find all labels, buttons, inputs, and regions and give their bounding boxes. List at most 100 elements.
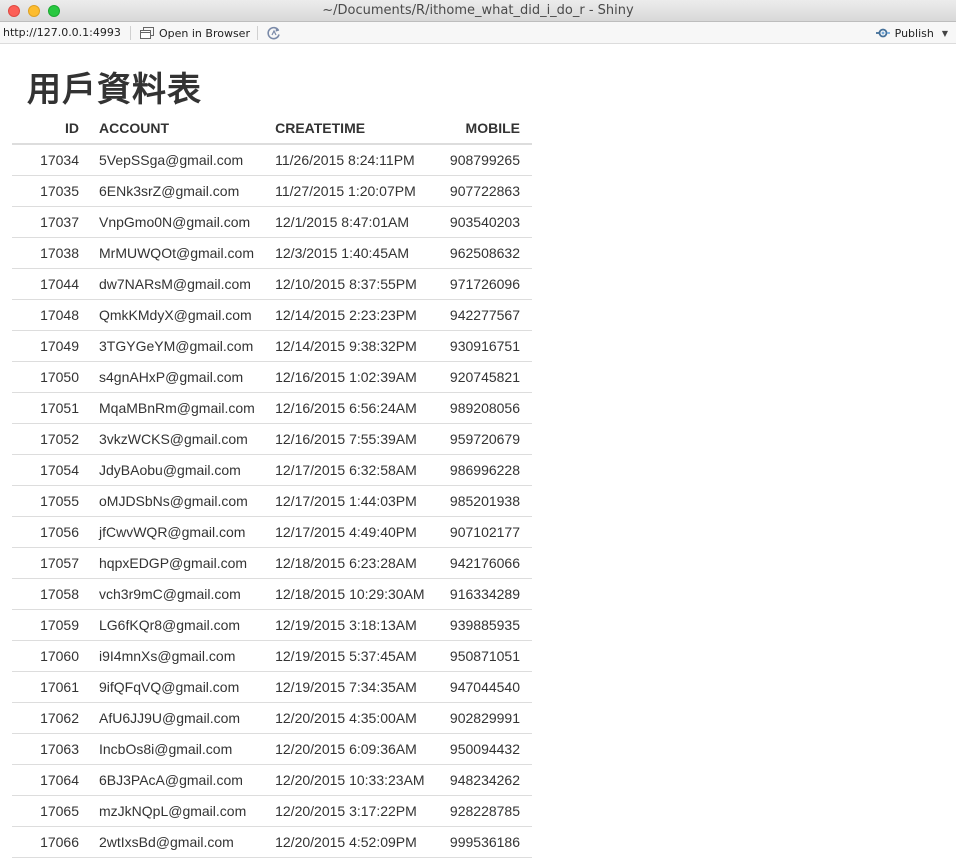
cell-id: 17058 [12,577,79,609]
refresh-icon [267,26,280,40]
publish-label: Publish [894,26,934,40]
table-row: 17055 oMJDSbNs@gmail.com 12/17/2015 1:44:0… [12,484,532,516]
cell-account: IncbOs8i@gmail.com [79,732,268,764]
chevron-down-icon[interactable]: ▼ [942,29,948,38]
cell-createtime: 12/16/2015 7:55:39AM [267,422,436,454]
cell-mobile: 950871051 [435,639,532,671]
cell-createtime: 12/1/2015 8:47:01AM [267,205,436,237]
cell-account: 5VepSSga@gmail.com [79,143,268,175]
cell-createtime: 12/18/2015 6:23:28AM [267,546,436,578]
cell-mobile: 903540203 [435,205,532,237]
cell-mobile: 902829991 [435,701,532,733]
cell-mobile: 908799265 [435,143,532,175]
cell-createtime: 12/17/2015 1:44:03PM [267,484,436,516]
cell-mobile: 959720679 [435,422,532,454]
cell-id: 17051 [12,391,79,423]
cell-createtime: 12/3/2015 1:40:45AM [267,236,436,268]
table-row: 17056 jfCwvWQR@gmail.com 12/17/2015 4:49:4… [12,515,532,547]
table-row: 17062 AfU6JJ9U@gmail.com 12/20/2015 4:35:0… [12,701,532,733]
window-titlebar: ~/Documents/R/ithome_what_did_i_do_r - S… [0,0,956,22]
cell-createtime: 12/20/2015 4:35:00AM [267,701,436,733]
cell-createtime: 11/27/2015 1:20:07PM [267,174,436,206]
cell-createtime: 12/16/2015 6:56:24AM [267,391,436,423]
cell-createtime: 12/14/2015 2:23:23PM [267,298,436,330]
url-field[interactable]: http://127.0.0.1:4993 [3,26,121,39]
cell-createtime: 12/20/2015 10:33:23AM [267,763,436,795]
cell-createtime: 12/18/2015 10:29:30AM [267,577,436,609]
cell-mobile: 989208056 [435,391,532,423]
cell-account: JdyBAobu@gmail.com [79,453,268,485]
column-header-account: ACCOUNT [79,113,268,145]
open-in-browser-button[interactable]: Open in Browser [140,24,250,42]
cell-id: 17038 [12,236,79,268]
cell-id: 17057 [12,546,79,578]
cell-id: 17048 [12,298,79,330]
cell-createtime: 12/17/2015 4:49:40PM [267,515,436,547]
table-row: 17060 i9I4mnXs@gmail.com 12/19/2015 5:37:4… [12,639,532,671]
table-row: 17049 3TGYGeYM@gmail.com 12/14/2015 9:38:3… [12,329,532,361]
cell-id: 17061 [12,670,79,702]
cell-createtime: 12/19/2015 3:18:13AM [267,608,436,640]
cell-account: jfCwvWQR@gmail.com [79,515,268,547]
cell-mobile: 928228785 [435,794,532,826]
cell-id: 17044 [12,267,79,299]
table-row: 17057 hqpxEDGP@gmail.com 12/18/2015 6:23:2… [12,546,532,578]
cell-id: 17066 [12,825,79,858]
cell-mobile: 947044540 [435,670,532,702]
cell-mobile: 930916751 [435,329,532,361]
cell-mobile: 916334289 [435,577,532,609]
cell-id: 17062 [12,701,79,733]
publish-button[interactable]: Publish ▼ [875,24,948,42]
table-row: 17051 MqaMBnRm@gmail.com 12/16/2015 6:56:2… [12,391,532,423]
cell-id: 17049 [12,329,79,361]
cell-createtime: 12/17/2015 6:32:58AM [267,453,436,485]
page-title: 用戶資料表 [27,70,202,110]
cell-createtime: 12/14/2015 9:38:32PM [267,329,436,361]
cell-account: 6ENk3srZ@gmail.com [79,174,268,206]
cell-mobile: 948234262 [435,763,532,795]
table-row: 17064 6BJ3PAcA@gmail.com 12/20/2015 10:33:… [12,763,532,795]
cell-mobile: 907102177 [435,515,532,547]
table-row: 17058 vch3r9mC@gmail.com 12/18/2015 10:29:… [12,577,532,609]
cell-mobile: 986996228 [435,453,532,485]
table-row: 17050 s4gnAHxP@gmail.com 12/16/2015 1:02:3… [12,360,532,392]
cell-createtime: 12/16/2015 1:02:39AM [267,360,436,392]
refresh-button[interactable] [266,25,282,44]
table-row: 17037 VnpGmo0N@gmail.com 12/1/2015 8:47:01… [12,205,532,237]
user-data-table: ID ACCOUNT CREATETIME MOBILE 17034 5VepSS… [12,113,532,858]
cell-account: 6BJ3PAcA@gmail.com [79,763,268,795]
cell-id: 17065 [12,794,79,826]
cell-id: 17052 [12,422,79,454]
cell-mobile: 999536186 [435,825,532,858]
cell-mobile: 962508632 [435,236,532,268]
table-row: 17034 5VepSSga@gmail.com 11/26/2015 8:24:1… [12,143,532,175]
cell-createtime: 12/19/2015 5:37:45AM [267,639,436,671]
cell-id: 17050 [12,360,79,392]
table-row: 17061 9ifQFqVQ@gmail.com 12/19/2015 7:34:3… [12,670,532,702]
cell-account: AfU6JJ9U@gmail.com [79,701,268,733]
column-header-mobile: MOBILE [435,113,532,145]
cell-id: 17037 [12,205,79,237]
cell-account: LG6fKQr8@gmail.com [79,608,268,640]
table-row: 17035 6ENk3srZ@gmail.com 11/27/2015 1:20:0… [12,174,532,206]
cell-createtime: 11/26/2015 8:24:11PM [267,143,436,175]
cell-mobile: 907722863 [435,174,532,206]
table-row: 17063 IncbOs8i@gmail.com 12/20/2015 6:09:3… [12,732,532,764]
table-row: 17052 3vkzWCKS@gmail.com 12/16/2015 7:55:3… [12,422,532,454]
cell-mobile: 942176066 [435,546,532,578]
table-row: 17054 JdyBAobu@gmail.com 12/17/2015 6:32:5… [12,453,532,485]
cell-mobile: 920745821 [435,360,532,392]
cell-id: 17054 [12,453,79,485]
table-row: 17038 MrMUWQOt@gmail.com 12/3/2015 1:40:45… [12,236,532,268]
cell-mobile: 971726096 [435,267,532,299]
table-header-row: ID ACCOUNT CREATETIME MOBILE [12,113,532,145]
cell-account: i9I4mnXs@gmail.com [79,639,268,671]
table-row: 17065 mzJkNQpL@gmail.com 12/20/2015 3:17:2… [12,794,532,826]
cell-mobile: 939885935 [435,608,532,640]
cell-createtime: 12/20/2015 4:52:09PM [267,825,436,858]
cell-createtime: 12/20/2015 3:17:22PM [267,794,436,826]
table-row: 17066 2wtIxsBd@gmail.com 12/20/2015 4:52:0… [12,825,532,858]
cell-account: VnpGmo0N@gmail.com [79,205,268,237]
toolbar-divider [130,26,131,40]
cell-account: 9ifQFqVQ@gmail.com [79,670,268,702]
